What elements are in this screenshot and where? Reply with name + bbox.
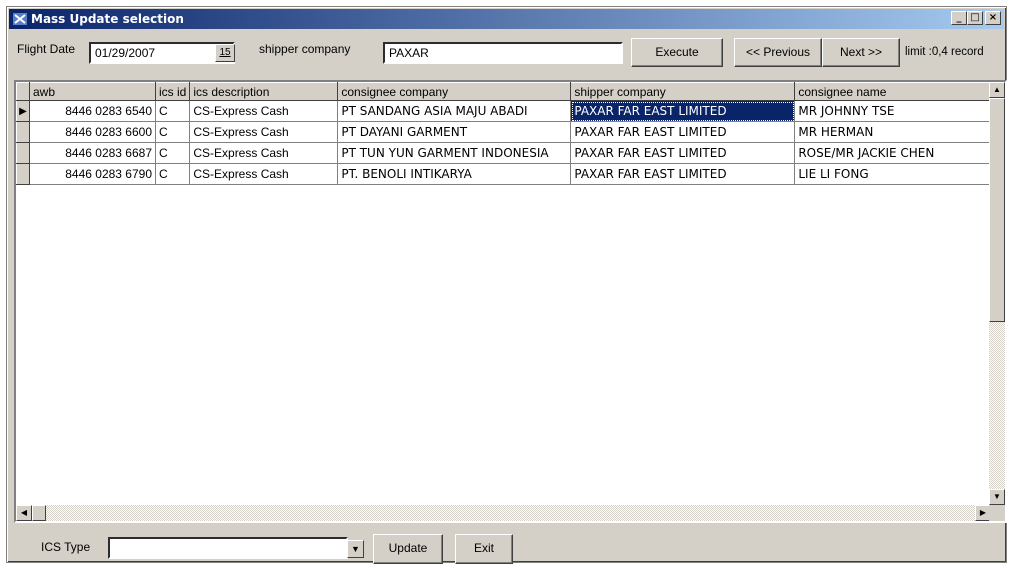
title-bar[interactable]: Mass Update selection _ □ × — [9, 9, 1004, 29]
execute-label: Execute — [655, 45, 699, 59]
cell-ics-description[interactable]: CS-Express Cash — [189, 100, 339, 122]
current-row-indicator[interactable]: ▶ — [16, 100, 30, 122]
row-indicator[interactable] — [16, 163, 30, 185]
row-indicator[interactable] — [16, 142, 30, 164]
row-indicator[interactable] — [16, 121, 30, 143]
flight-date-field[interactable]: 01/29/2007 — [89, 42, 235, 64]
update-button[interactable]: Update — [373, 534, 443, 564]
results-table: awb ics id ics description consignee com… — [16, 82, 998, 185]
cell-shipper-company[interactable]: PAXAR FAR EAST LIMITED — [570, 121, 796, 143]
vertical-scroll-thumb[interactable] — [989, 98, 1005, 322]
cell-consignee-name[interactable]: MR JOHNNY TSE — [794, 100, 998, 122]
scroll-down-arrow-icon[interactable]: ▼ — [989, 489, 1005, 505]
column-header-ics-id[interactable]: ics id — [154, 82, 191, 101]
table-row[interactable]: 8446 0283 6687 C CS-Express Cash PT TUN … — [16, 142, 998, 164]
flight-date-label: Flight Date — [17, 42, 76, 56]
execute-button[interactable]: Execute — [631, 38, 723, 67]
cell-consignee-company[interactable]: PT SANDANG ASIA MAJU ABADI — [337, 100, 572, 122]
cell-ics-id[interactable]: C — [155, 100, 191, 122]
shipper-company-input[interactable]: PAXAR — [383, 42, 623, 64]
results-grid: awb ics id ics description consignee com… — [14, 80, 1007, 523]
cell-ics-id[interactable]: C — [155, 163, 191, 185]
shipper-company-label: shipper company — [259, 42, 351, 56]
next-button[interactable]: Next >> — [822, 38, 900, 67]
horizontal-scrollbar[interactable]: ◀ ▶ — [16, 505, 991, 521]
cell-ics-description[interactable]: CS-Express Cash — [189, 121, 339, 143]
cell-consignee-company[interactable]: PT DAYANI GARMENT — [337, 121, 572, 143]
exit-button[interactable]: Exit — [455, 534, 513, 564]
horizontal-scroll-thumb[interactable] — [32, 505, 46, 521]
dropdown-arrow-icon[interactable]: ▼ — [347, 540, 364, 558]
mass-update-window: Mass Update selection _ □ × Flight Date … — [6, 6, 1007, 564]
cell-ics-id[interactable]: C — [155, 121, 191, 143]
cell-consignee-company[interactable]: PT. BENOLI INTIKARYA — [337, 163, 572, 185]
cell-consignee-name[interactable]: MR HERMAN — [794, 121, 998, 143]
table-row[interactable]: 8446 0283 6790 C CS-Express Cash PT. BEN… — [16, 163, 998, 185]
column-header-consignee-name[interactable]: consignee name — [794, 82, 998, 101]
maximize-button[interactable]: □ — [967, 11, 983, 25]
cell-awb[interactable]: 8446 0283 6687 — [29, 142, 156, 164]
cell-shipper-company[interactable]: PAXAR FAR EAST LIMITED — [570, 142, 796, 164]
vertical-scrollbar[interactable]: ▲ ▼ — [989, 82, 1005, 505]
cell-shipper-company-selected[interactable]: PAXAR FAR EAST LIMITED — [570, 100, 796, 122]
cell-consignee-company[interactable]: PT TUN YUN GARMENT INDONESIA — [337, 142, 572, 164]
column-header-consignee-company[interactable]: consignee company — [337, 82, 572, 101]
cell-ics-description[interactable]: CS-Express Cash — [189, 142, 339, 164]
app-icon — [13, 13, 27, 25]
cell-awb[interactable]: 8446 0283 6540 — [29, 100, 156, 122]
calendar-button[interactable]: 15 — [215, 44, 235, 62]
minimize-button[interactable]: _ — [951, 11, 967, 25]
ics-type-label: ICS Type — [41, 540, 91, 554]
scroll-left-arrow-icon[interactable]: ◀ — [16, 505, 32, 521]
cell-consignee-name[interactable]: LIE LI FONG — [794, 163, 998, 185]
column-header-shipper-company[interactable]: shipper company — [570, 82, 796, 101]
close-button[interactable]: × — [985, 11, 1001, 25]
table-row[interactable]: ▶ 8446 0283 6540 C CS-Express Cash PT SA… — [16, 100, 998, 122]
table-row[interactable]: 8446 0283 6600 C CS-Express Cash PT DAYA… — [16, 121, 998, 143]
scrollbar-corner — [989, 505, 1005, 521]
cell-ics-description[interactable]: CS-Express Cash — [189, 163, 339, 185]
cell-awb[interactable]: 8446 0283 6790 — [29, 163, 156, 185]
scroll-up-arrow-icon[interactable]: ▲ — [989, 82, 1005, 98]
row-indicator-header — [16, 82, 30, 101]
ics-type-select[interactable] — [108, 537, 348, 559]
previous-button[interactable]: << Previous — [734, 38, 822, 67]
cell-shipper-company[interactable]: PAXAR FAR EAST LIMITED — [570, 163, 796, 185]
column-header-ics-description[interactable]: ics description — [189, 82, 339, 101]
record-limit-text: limit :0,4 record — [905, 46, 984, 58]
cell-awb[interactable]: 8446 0283 6600 — [29, 121, 156, 143]
column-header-awb[interactable]: awb — [29, 82, 156, 101]
cell-ics-id[interactable]: C — [155, 142, 191, 164]
window-title: Mass Update selection — [31, 12, 184, 26]
cell-consignee-name[interactable]: ROSE/MR JACKIE CHEN — [794, 142, 998, 164]
header-row: awb ics id ics description consignee com… — [16, 82, 998, 101]
